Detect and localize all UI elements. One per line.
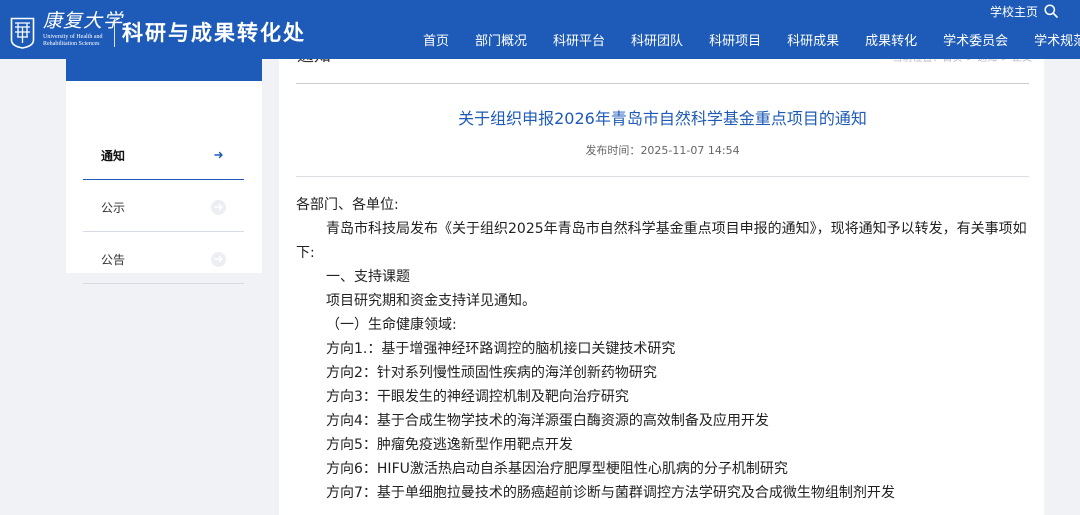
intro-paragraph: 青岛市科技局发布《关于组织2025年青岛市自然科学基金重点项目申报的通知》，现将… (296, 221, 1027, 261)
nav-home[interactable]: 首页 (410, 31, 462, 53)
nav-academic-norms[interactable]: 学术规范 (1021, 31, 1080, 53)
body-paragraph: 项目研究期和资金支持详见通知。 (326, 293, 536, 309)
sidebar-list: 通知 公示 公告 (83, 131, 244, 287)
sidebar-item-announcements[interactable]: 公告 (83, 235, 244, 284)
main-nav: 首页 部门概况 科研平台 科研团队 科研项目 科研成果 成果转化 学术委员会 学… (410, 31, 1080, 53)
nav-academic-committee[interactable]: 学术委员会 (930, 31, 1021, 53)
sidebar-item-label: 公告 (101, 252, 126, 267)
meta-divider (296, 176, 1029, 177)
sidebar-item-label: 公示 (101, 200, 126, 215)
nav-research-team[interactable]: 科研团队 (618, 31, 696, 53)
nav-technology-transfer[interactable]: 成果转化 (852, 31, 930, 53)
direction-item: 方向5：肿瘤免疫逃逸新型作用靶点开发 (326, 437, 573, 453)
search-icon[interactable] (1044, 4, 1058, 18)
site-title[interactable]: 科研与成果转化处 (122, 20, 306, 46)
article-body: 各部门、各单位: 青岛市科技局发布《关于组织2025年青岛市自然科学基金重点项目… (296, 193, 1029, 505)
direction-item: 方向2：针对系列慢性顽固性疾病的海洋创新药物研究 (326, 365, 657, 381)
arrow-right-icon (211, 148, 226, 163)
top-links: 学校主页 (990, 2, 1058, 20)
panel-divider (296, 83, 1029, 84)
sidebar-item-publicity[interactable]: 公示 (83, 183, 244, 232)
school-home-link[interactable]: 学校主页 (990, 3, 1038, 20)
arrow-right-icon (211, 199, 226, 215)
nav-research-achievements[interactable]: 科研成果 (774, 31, 852, 53)
logo-english-name: University of Health and Rehabilitation … (43, 34, 103, 47)
arrow-right-icon (211, 251, 226, 267)
publish-time: 2025-11-07 14:54 (640, 144, 740, 157)
article-meta: 发布时间：2025-11-07 14:54 (296, 144, 1029, 158)
direction-item: 方向4：基于合成生物学技术的海洋源蛋白酶资源的高效制备及应用开发 (326, 413, 769, 429)
article-title: 关于组织申报2026年青岛市自然科学基金重点项目的通知 (458, 109, 867, 128)
university-emblem-icon[interactable] (10, 17, 35, 49)
direction-item: 方向1.：基于增强神经环路调控的脑机接口关键技术研究 (326, 341, 676, 357)
section-heading: 一、支持课题 (326, 269, 410, 285)
site-header: 康复大学 University of Health and Rehabilita… (0, 0, 1080, 59)
sidebar: 通知公告 通知 公示 公告 (66, 35, 262, 284)
nav-research-platform[interactable]: 科研平台 (540, 31, 618, 53)
publish-label: 发布时间： (585, 144, 641, 157)
nav-research-projects[interactable]: 科研项目 (696, 31, 774, 53)
salutation: 各部门、各单位: (296, 197, 399, 213)
article-panel: 通知 当前位置：首页 > 通知 > 正文 关于组织申报2026年青岛市自然科学基… (279, 35, 1044, 515)
logo-divider (114, 19, 115, 47)
sidebar-item-label: 通知 (101, 148, 126, 163)
subsection-heading: （一）生命健康领域: (326, 317, 457, 333)
direction-item: 方向3：干眼发生的神经调控机制及靶向治疗研究 (326, 389, 629, 405)
sidebar-item-notices[interactable]: 通知 (83, 131, 244, 180)
logo-chinese-name[interactable]: 康复大学 (43, 10, 123, 32)
direction-item: 方向6：HIFU激活热启动自杀基因治疗肥厚型梗阻性心肌病的分子机制研究 (326, 461, 788, 477)
direction-item: 方向7：基于单细胞拉曼技术的肠癌超前诊断与菌群调控方法学研究及合成微生物组制剂开… (326, 485, 895, 501)
nav-department-overview[interactable]: 部门概况 (462, 31, 540, 53)
